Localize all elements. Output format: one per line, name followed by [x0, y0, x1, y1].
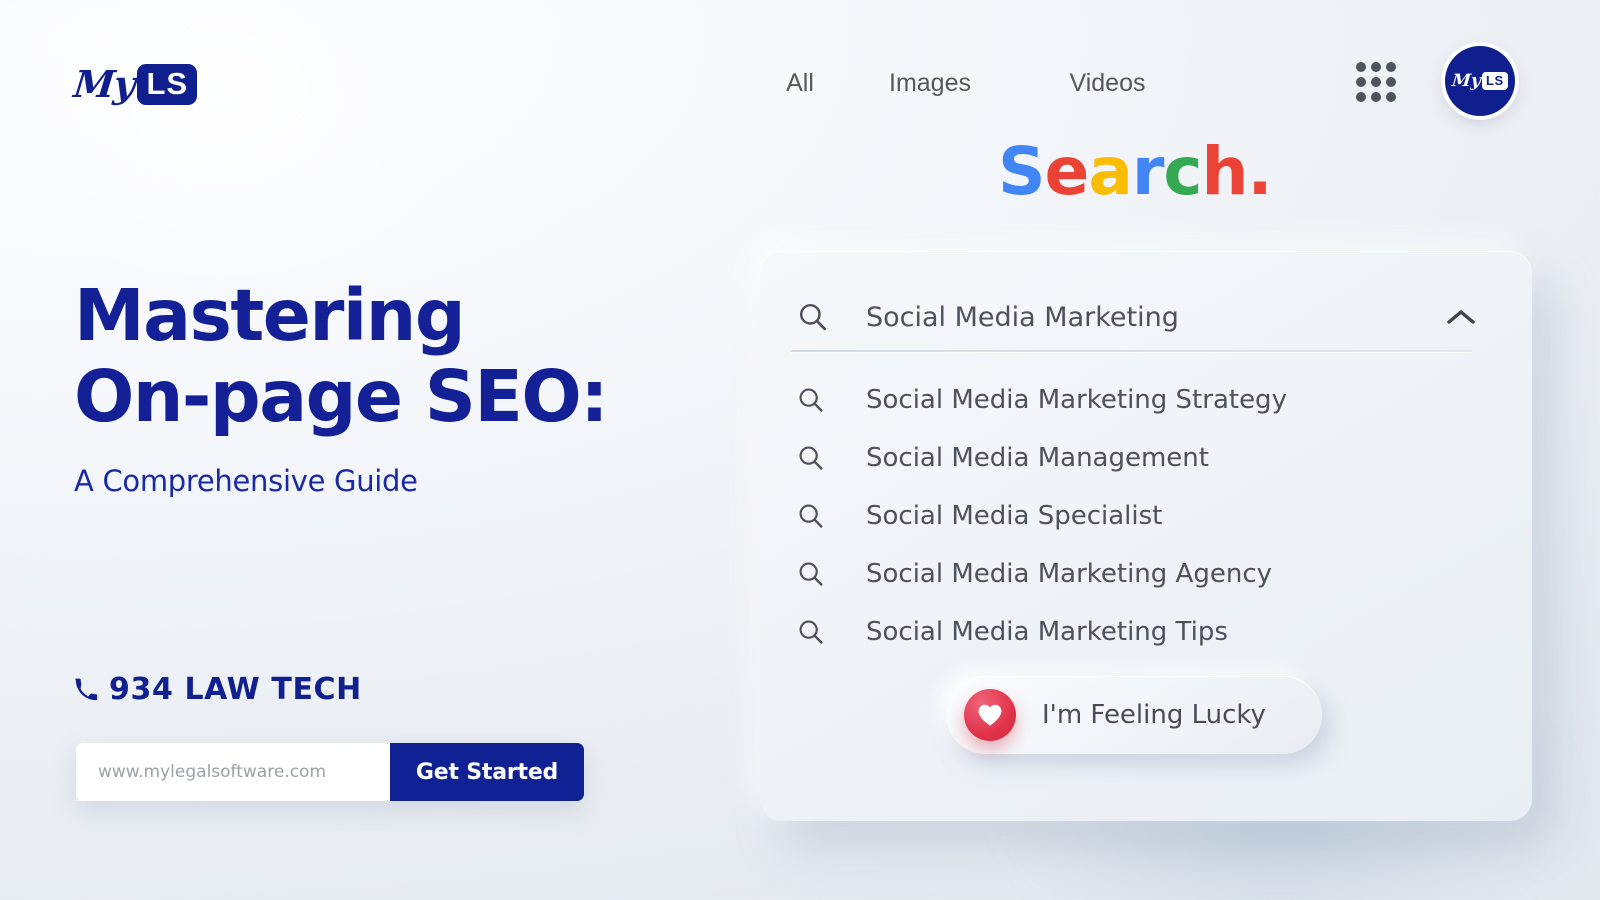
search-card: Social Media Marketing Social Media Mark… [760, 251, 1532, 821]
nav-link-images[interactable]: Images [840, 62, 1020, 104]
feeling-lucky-label: I'm Feeling Lucky [1042, 700, 1266, 730]
chevron-up-icon[interactable] [1444, 306, 1478, 328]
logo-ls-badge: LS [137, 64, 198, 105]
wordmark-letter-a: a [1088, 133, 1133, 210]
wordmark-letter-r: r [1131, 133, 1165, 210]
suggestion-item[interactable]: Social Media Marketing Agency [790, 545, 1490, 603]
suggestion-list: Social Media Marketing Strategy Social M… [790, 371, 1490, 661]
search-icon [799, 446, 823, 470]
suggestion-label: Social Media Specialist [866, 501, 1163, 531]
suggestion-label: Social Media Management [866, 443, 1209, 473]
avatar-my-text: My [1451, 70, 1483, 91]
wordmark-letter-e: e [1044, 133, 1090, 210]
nav-link-all[interactable]: All [760, 62, 840, 104]
suggestion-label: Social Media Marketing Agency [866, 559, 1272, 589]
search-icon [799, 303, 827, 331]
website-url-input[interactable] [76, 743, 390, 801]
suggestion-item[interactable]: Social Media Marketing Strategy [790, 371, 1490, 429]
get-started-button[interactable]: Get Started [390, 743, 584, 801]
wordmark-letter-h: h [1201, 133, 1249, 210]
nav-link-videos[interactable]: Videos [1020, 62, 1195, 104]
site-logo[interactable]: My LS [71, 62, 198, 106]
search-icon [799, 388, 823, 412]
user-avatar[interactable]: My LS [1445, 46, 1515, 116]
search-icon [799, 620, 823, 644]
wordmark-period: . [1247, 133, 1273, 210]
top-navigation: My LS All Images Videos My LS [0, 0, 1600, 160]
phone-icon [75, 678, 98, 700]
suggestion-item[interactable]: Social Media Specialist [790, 487, 1490, 545]
search-wordmark: Search. [998, 139, 1273, 205]
page-subtitle: A Comprehensive Guide [74, 463, 418, 498]
suggestion-label: Social Media Marketing Strategy [866, 385, 1287, 415]
search-divider [790, 350, 1472, 352]
search-icon [799, 504, 823, 528]
nav-links: All Images Videos [760, 62, 1195, 104]
search-input-value[interactable]: Social Media Marketing [866, 302, 1444, 333]
suggestion-item[interactable]: Social Media Marketing Tips [790, 603, 1490, 661]
feeling-lucky-button[interactable]: I'm Feeling Lucky [946, 676, 1322, 754]
cta-form: Get Started [76, 743, 584, 801]
phone-number: 934 LAW TECH [109, 672, 362, 707]
logo-my-text: My [71, 62, 137, 106]
wordmark-letter-c: c [1163, 133, 1202, 210]
search-bar[interactable]: Social Media Marketing [790, 283, 1502, 351]
hero-section: Mastering On-page SEO: A Comprehensive G… [74, 274, 714, 498]
search-icon [799, 562, 823, 586]
suggestion-item[interactable]: Social Media Management [790, 429, 1490, 487]
heart-icon [964, 689, 1016, 741]
wordmark-letter-s: S [998, 133, 1046, 210]
avatar-ls-badge: LS [1482, 72, 1508, 90]
grid-apps-icon[interactable] [1356, 62, 1396, 102]
page-title: Mastering On-page SEO: [74, 274, 609, 438]
phone-contact[interactable]: 934 LAW TECH [74, 672, 362, 707]
suggestion-label: Social Media Marketing Tips [866, 617, 1228, 647]
